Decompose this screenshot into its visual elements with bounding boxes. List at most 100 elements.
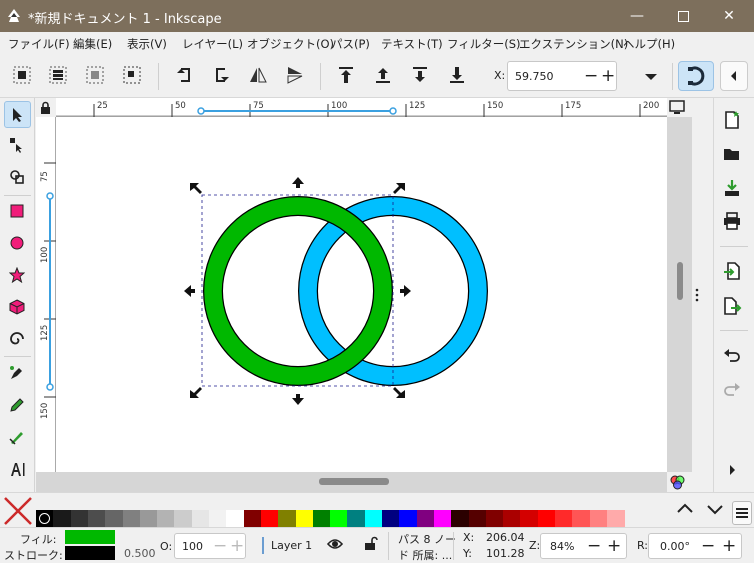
opacity-spinbox[interactable]: 100 − +	[174, 533, 246, 559]
lower-to-bottom-button[interactable]	[447, 65, 469, 87]
color-swatch[interactable]	[416, 510, 435, 527]
color-swatch[interactable]	[330, 510, 349, 527]
menu-object[interactable]: オブジェクト(O)	[247, 36, 334, 52]
display-mode-button[interactable]	[669, 100, 685, 118]
open-button[interactable]	[722, 144, 744, 166]
vertical-scroll-thumb[interactable]	[677, 262, 683, 300]
color-swatch[interactable]	[243, 510, 262, 527]
palette-scroll-down-button[interactable]	[704, 501, 726, 520]
color-swatch[interactable]	[347, 510, 366, 527]
menu-text[interactable]: テキスト(T)	[381, 36, 443, 52]
color-swatch[interactable]	[139, 510, 158, 527]
x-coordinate-spinbox[interactable]: 59.750 − +	[507, 61, 617, 91]
menu-file[interactable]: ファイル(F)	[8, 36, 70, 52]
flip-horizontal-button[interactable]	[248, 65, 270, 87]
color-swatch[interactable]	[503, 510, 522, 527]
pencil-tool[interactable]	[4, 392, 31, 419]
horizontal-scrollbar[interactable]	[36, 472, 667, 492]
star-tool[interactable]	[4, 262, 31, 289]
close-window-button[interactable]: ✕	[706, 0, 752, 32]
stroke-indicator[interactable]	[65, 546, 115, 560]
menu-path[interactable]: パス(P)	[331, 36, 370, 52]
color-swatch[interactable]	[278, 510, 297, 527]
rotate-ccw-button[interactable]	[175, 65, 197, 87]
import-button[interactable]	[722, 261, 744, 283]
color-swatch[interactable]	[36, 510, 54, 527]
deselect-button[interactable]	[122, 65, 144, 87]
color-swatch[interactable]	[537, 510, 556, 527]
color-swatch[interactable]	[520, 510, 539, 527]
color-swatch[interactable]	[399, 510, 418, 527]
menu-view[interactable]: 表示(V)	[127, 36, 167, 52]
color-swatch[interactable]	[209, 510, 227, 527]
invert-selection-button[interactable]	[85, 65, 107, 87]
toggle-layer-lock-button[interactable]	[364, 536, 378, 554]
select-all-button[interactable]	[12, 65, 34, 87]
rotate-cw-button[interactable]	[211, 65, 233, 87]
rotate-decrement-button[interactable]: −	[701, 536, 715, 556]
undo-button[interactable]	[722, 345, 744, 367]
x-increment-button[interactable]: +	[601, 66, 615, 86]
more-options-button[interactable]	[641, 67, 663, 89]
rotation-spinbox[interactable]: 0.00° − +	[648, 533, 742, 559]
color-swatch[interactable]	[451, 510, 470, 527]
pen-tool[interactable]	[4, 360, 31, 387]
current-layer-name[interactable]: Layer 1	[271, 539, 312, 552]
color-swatch[interactable]	[382, 510, 400, 527]
export-button[interactable]	[722, 296, 744, 318]
horizontal-scroll-thumb[interactable]	[319, 478, 389, 485]
color-managed-toggle[interactable]	[669, 474, 686, 494]
color-swatch[interactable]	[122, 510, 141, 527]
raise-to-top-button[interactable]	[336, 65, 358, 87]
spiral-tool[interactable]	[4, 326, 31, 353]
color-swatch[interactable]	[589, 510, 608, 527]
color-swatch[interactable]	[433, 510, 452, 527]
drawing-canvas[interactable]	[56, 117, 667, 472]
color-swatch[interactable]	[572, 510, 591, 527]
opacity-increment-button[interactable]: +	[230, 536, 244, 556]
redo-button[interactable]	[722, 379, 744, 401]
menu-help[interactable]: ヘルプ(H)	[623, 36, 675, 52]
color-swatch[interactable]	[70, 510, 89, 527]
vertical-scrollbar[interactable]	[667, 117, 692, 472]
color-swatch[interactable]	[226, 510, 245, 527]
maximize-button[interactable]	[660, 0, 706, 32]
vertical-ruler[interactable]: 75 100 125 150	[36, 117, 56, 472]
zoom-in-button[interactable]: +	[607, 536, 621, 556]
color-swatch[interactable]	[260, 510, 279, 527]
palette-scroll-up-button[interactable]	[674, 501, 696, 520]
select-all-layers-button[interactable]	[48, 65, 70, 87]
color-swatch[interactable]	[312, 510, 331, 527]
toggle-layer-visibility-button[interactable]	[326, 537, 344, 554]
print-button[interactable]	[722, 211, 744, 233]
no-paint-swatch[interactable]	[2, 495, 34, 527]
color-swatch[interactable]	[53, 510, 72, 527]
snap-options-button[interactable]	[720, 61, 748, 91]
node-tool[interactable]	[4, 132, 31, 159]
new-document-button[interactable]	[722, 110, 744, 132]
color-swatch[interactable]	[295, 510, 314, 527]
flip-vertical-button[interactable]	[285, 65, 307, 87]
color-swatch[interactable]	[485, 510, 504, 527]
rectangle-tool[interactable]	[4, 198, 31, 225]
ellipse-tool[interactable]	[4, 230, 31, 257]
color-swatch[interactable]	[87, 510, 106, 527]
menu-layer[interactable]: レイヤー(L)	[182, 36, 243, 52]
text-tool[interactable]	[4, 456, 31, 483]
palette-menu-button[interactable]	[732, 501, 752, 525]
zoom-out-button[interactable]: −	[587, 536, 601, 556]
minimize-button[interactable]: —	[614, 0, 660, 32]
color-swatch[interactable]	[157, 510, 176, 527]
snap-toggle-button[interactable]	[678, 61, 714, 91]
menu-filters[interactable]: フィルター(S)	[447, 36, 521, 52]
panel-handle[interactable]	[694, 288, 700, 302]
color-swatch[interactable]	[606, 510, 625, 527]
color-swatch[interactable]	[468, 510, 487, 527]
color-swatch[interactable]	[105, 510, 124, 527]
selector-tool[interactable]	[4, 101, 31, 128]
color-swatch[interactable]	[555, 510, 573, 527]
x-decrement-button[interactable]: −	[584, 66, 598, 86]
raise-button[interactable]	[373, 65, 395, 87]
horizontal-ruler[interactable]: 25 50 75 100 125 150 175 200	[56, 98, 667, 117]
lower-button[interactable]	[410, 65, 432, 87]
